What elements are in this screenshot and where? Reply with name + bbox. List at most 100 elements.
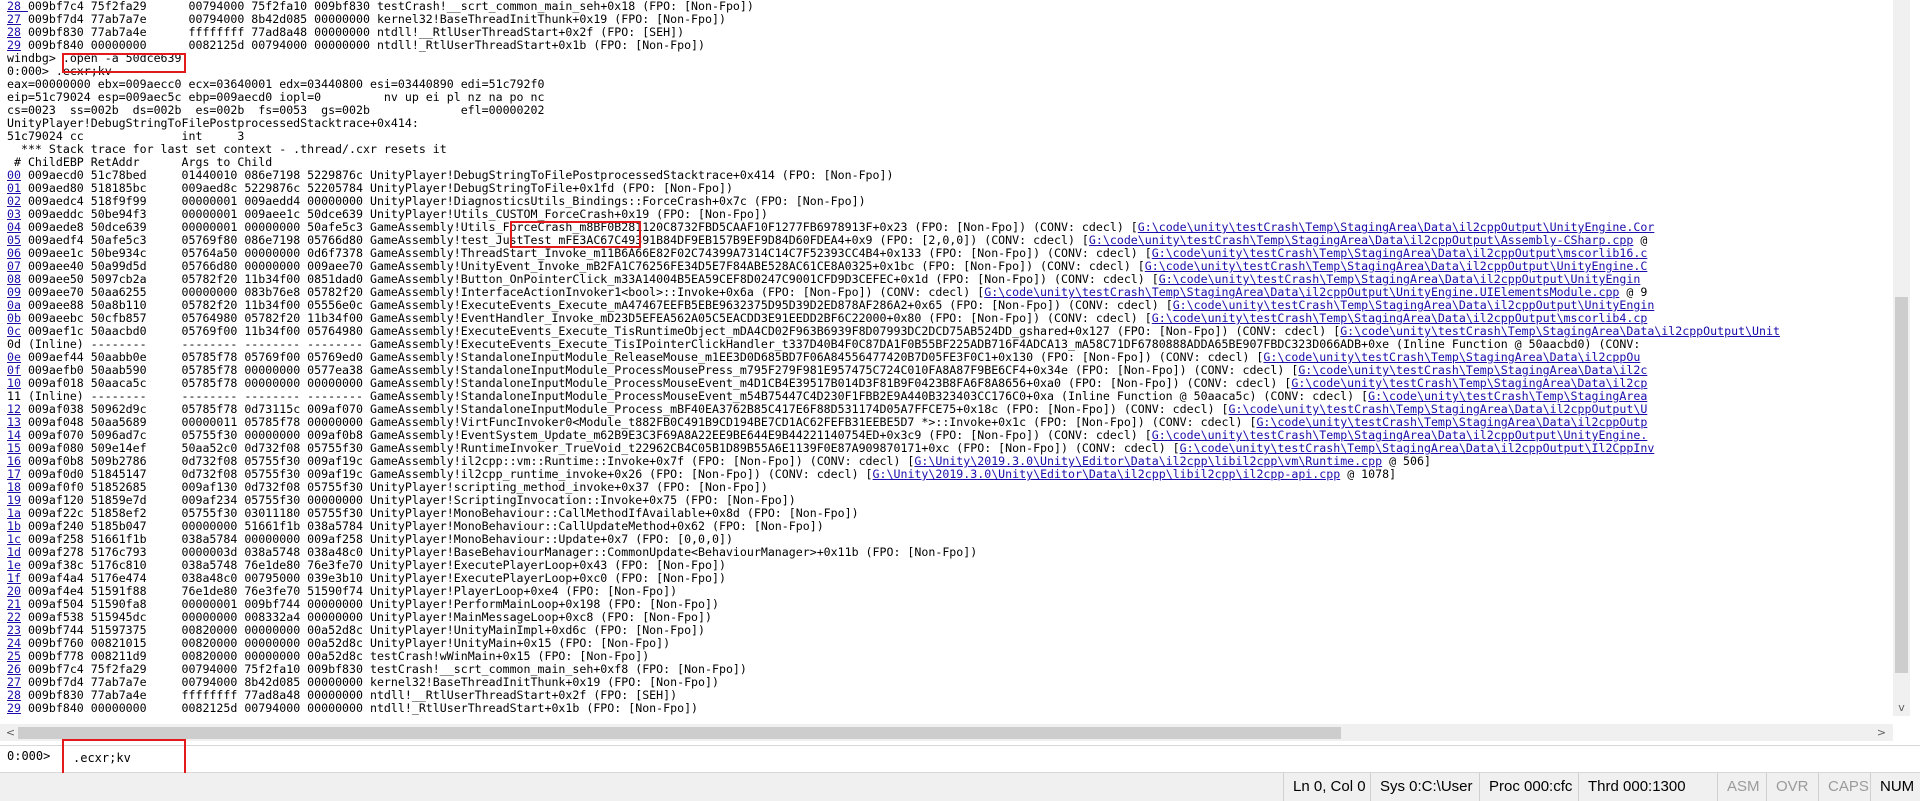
source-file-link[interactable]: G:\code\unity\testCrash\Temp\StagingArea…	[1152, 311, 1648, 325]
source-file-link[interactable]: G:\code\unity\testCrash\Temp\StagingArea…	[1263, 350, 1640, 364]
source-file-link[interactable]: G:\code\unity\testCrash\Temp\StagingArea	[1368, 389, 1647, 403]
scroll-right-arrow-icon[interactable]: >	[1873, 724, 1890, 741]
frame-number-link[interactable]: 28	[7, 25, 21, 39]
frame-number-link[interactable]: 0f	[7, 363, 21, 377]
frame-number-link[interactable]: 27	[7, 675, 21, 689]
output-text: 009bf7c4 75f2fa29 00794000 75f2fa10 009b…	[20, 662, 747, 676]
output-line: 29 009bf840 00000000 0082125d 00794000 0…	[7, 702, 1887, 715]
source-file-link[interactable]: G:\Unity\2019.3.0\Unity\Editor\Data\il2c…	[873, 467, 1341, 481]
frame-number-link[interactable]: 22	[7, 610, 21, 624]
source-file-link[interactable]: G:\code\unity\testCrash\Temp\StagingArea…	[1152, 428, 1648, 442]
frame-number-link[interactable]: 08	[7, 272, 21, 286]
source-file-link[interactable]: G:\code\unity\testCrash\Temp\StagingArea…	[1291, 376, 1647, 390]
frame-number-link[interactable]: 28	[7, 688, 21, 702]
output-text: 009af048 50aa5689 00000011 05785f78 0000…	[20, 415, 1257, 429]
output-text: @	[1633, 233, 1648, 247]
frame-number-link[interactable]: 00	[7, 168, 21, 182]
source-file-link[interactable]: G:\code\unity\testCrash\Temp\StagingArea…	[1340, 324, 1780, 338]
frame-number-link[interactable]: 0c	[7, 324, 21, 338]
output-text: *** Stack trace for last set context - .…	[7, 142, 447, 156]
frame-number-link[interactable]: 18	[7, 480, 21, 494]
output-text: windbg> .open -a 50dce639	[7, 51, 182, 65]
output-text: @ 506]	[1382, 454, 1431, 468]
output-text: 009aee88 50a8b110 05782f20 11b34f00 0555…	[20, 298, 1173, 312]
scroll-left-arrow-icon[interactable]: <	[2, 724, 19, 741]
frame-number-link[interactable]: 19	[7, 493, 21, 507]
frame-number-link[interactable]: 17	[7, 467, 21, 481]
source-file-link[interactable]: G:\code\unity\testCrash\Temp\StagingArea…	[1256, 415, 1647, 429]
frame-number-link[interactable]: 02	[7, 194, 21, 208]
frame-number-link[interactable]: 14	[7, 428, 21, 442]
source-file-link[interactable]: G:\code\unity\testCrash\Temp\StagingArea…	[1298, 363, 1647, 377]
output-text: 009aedc4 518f9f99 00000001 009aedd4 0000…	[20, 194, 866, 208]
frame-number-link[interactable]: 23	[7, 623, 21, 637]
source-file-link[interactable]: G:\code\unity\testCrash\Temp\StagingArea…	[1145, 259, 1648, 273]
frame-number-link[interactable]: 06	[7, 246, 21, 260]
frame-number-link[interactable]: 07	[7, 259, 21, 273]
frame-number-link[interactable]: 20	[7, 584, 21, 598]
status-ovr: OVR	[1766, 773, 1809, 801]
frame-number-link[interactable]: 0e	[7, 350, 21, 364]
output-text: cs=0023 ss=002b ds=002b es=002b fs=0053 …	[7, 103, 545, 117]
vertical-scrollbar-thumb[interactable]	[1895, 297, 1908, 673]
frame-number-link[interactable]: 04	[7, 220, 21, 234]
output-text: 009aefb0 50aab590 05785f78 00000000 0577…	[20, 363, 1299, 377]
output-text: 009af278 5176c793 0000003d 038a5748 038a…	[20, 545, 978, 559]
frame-number-link[interactable]: 1d	[7, 545, 21, 559]
output-text: UnityPlayer!DebugStringToFilePostprocess…	[7, 116, 419, 130]
output-text: 0:000> .ecxr;kv	[7, 64, 112, 78]
frame-number-link[interactable]: 13	[7, 415, 21, 429]
output-text: 009bf830 77ab7a4e ffffffff 77ad8a48 0000…	[20, 688, 678, 702]
output-text: 009af4e4 51591f88 76e1de80 76e3fe70 5159…	[20, 584, 678, 598]
frame-number-link[interactable]: 10	[7, 376, 21, 390]
frame-number-link[interactable]: 27	[7, 12, 21, 26]
status-caps: CAPS	[1818, 773, 1869, 801]
output-text: 009aef44 50aabb0e 05785f78 05769f00 0576…	[20, 350, 1264, 364]
source-file-link[interactable]: G:\code\unity\testCrash\Temp\StagingArea…	[1173, 298, 1655, 312]
output-text: 009bf778 008211d9 00820000 00000000 00a5…	[20, 649, 650, 663]
source-file-link[interactable]: G:\code\unity\testCrash\Temp\StagingArea…	[1089, 233, 1633, 247]
frame-number-link[interactable]: 01	[7, 181, 21, 195]
frame-number-link[interactable]: 15	[7, 441, 21, 455]
frame-number-link[interactable]: 12	[7, 402, 21, 416]
frame-number-link[interactable]: 1c	[7, 532, 21, 546]
frame-number-link[interactable]: 1e	[7, 558, 21, 572]
frame-number-link[interactable]: 21	[7, 597, 21, 611]
output-line: windbg> .open -a 50dce639	[7, 52, 1887, 65]
status-asm: ASM	[1717, 773, 1760, 801]
frame-number-link[interactable]: 29	[7, 38, 21, 52]
frame-number-link[interactable]: 0b	[7, 311, 21, 325]
frame-number-link[interactable]: 24	[7, 636, 21, 650]
output-text: 009af38c 5176c810 038a5748 76e1de80 76e3…	[20, 558, 726, 572]
output-text: 009aeddc 50be94f3 00000001 009aee1c 50dc…	[20, 207, 768, 221]
source-file-link[interactable]: G:\code\unity\testCrash\Temp\StagingArea…	[1180, 441, 1655, 455]
output-text: 009bf7d4 77ab7a7e 00794000 8b42d085 0000…	[20, 12, 726, 26]
output-text: 009af22c 51858ef2 05755f30 03011180 0575…	[20, 506, 859, 520]
frame-number-link[interactable]: 1f	[7, 571, 21, 585]
output-text: @ 9	[1619, 285, 1648, 299]
frame-number-link[interactable]: 1a	[7, 506, 21, 520]
frame-number-link[interactable]: 29	[7, 701, 21, 715]
status-thrd: Thrd 000:1300	[1578, 773, 1686, 801]
output-text: 009af070 5096ad7c 05755f30 00000000 009a…	[20, 428, 1152, 442]
scroll-down-arrow-icon[interactable]: v	[1893, 699, 1910, 716]
frame-number-link[interactable]: 26	[7, 662, 21, 676]
horizontal-scrollbar-thumb[interactable]	[18, 727, 1341, 739]
frame-number-link[interactable]: 16	[7, 454, 21, 468]
source-file-link[interactable]: G:\code\unity\testCrash\Temp\StagingArea…	[1138, 220, 1655, 234]
frame-number-link[interactable]: 1b	[7, 519, 21, 533]
output-line: 29 009bf840 00000000 0082125d 00794000 0…	[7, 39, 1887, 52]
frame-number-link[interactable]: 25	[7, 649, 21, 663]
source-file-link[interactable]: G:\Unity\2019.3.0\Unity\Editor\Data\il2c…	[914, 454, 1382, 468]
frame-number-link[interactable]: 0a	[7, 298, 21, 312]
frame-number-link[interactable]: 05	[7, 233, 21, 247]
source-file-link[interactable]: G:\code\unity\testCrash\Temp\StagingArea…	[1159, 272, 1641, 286]
source-file-link[interactable]: G:\code\unity\testCrash\Temp\StagingArea…	[984, 285, 1619, 299]
frame-number-link[interactable]: 03	[7, 207, 21, 221]
command-input[interactable]	[61, 748, 1893, 768]
output-line: *** Stack trace for last set context - .…	[7, 143, 1887, 156]
frame-number-link[interactable]: 09	[7, 285, 21, 299]
source-file-link[interactable]: G:\code\unity\testCrash\Temp\StagingArea…	[1229, 402, 1648, 416]
output-text: 009aee50 5097cb2a 05782f20 11b34f00 0851…	[20, 272, 1159, 286]
source-file-link[interactable]: G:\code\unity\testCrash\Temp\StagingArea…	[1152, 246, 1648, 260]
